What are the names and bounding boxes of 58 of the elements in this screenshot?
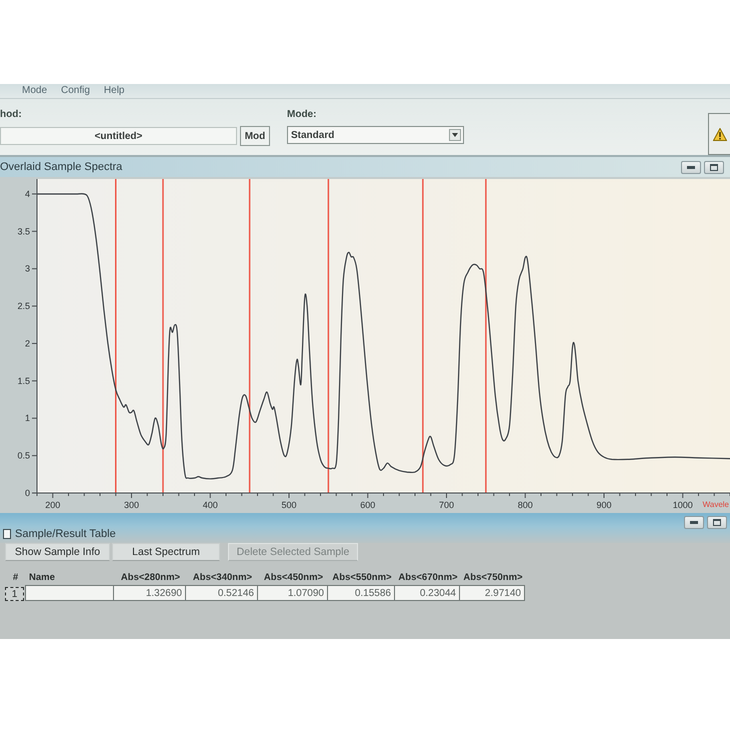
- axis-tick-label: 200: [45, 500, 60, 510]
- axis-tick-label: 2.5: [17, 301, 30, 312]
- axis-tick-label: 4: [24, 188, 30, 199]
- axis-tick-label: 1000: [672, 500, 693, 510]
- minimize-icon: [690, 521, 698, 524]
- maximize-button[interactable]: [704, 160, 724, 174]
- caret-icon: [452, 133, 458, 137]
- column-header: #: [12, 572, 20, 585]
- column-header: Abs<450nm>: [262, 572, 324, 585]
- table-action-button[interactable]: Show Sample Info: [5, 543, 110, 561]
- menu-item[interactable]: Mode: [22, 85, 48, 97]
- axis-tick-label: 3: [24, 264, 30, 274]
- minimize-icon: [687, 166, 695, 168]
- panel-title: Sample/Result Table: [15, 527, 116, 541]
- axis-tick-label: 3.5: [17, 226, 30, 236]
- maximize-button[interactable]: [707, 516, 727, 529]
- axis-tick-label: 300: [124, 500, 140, 510]
- table-cell: 1.32690: [113, 585, 186, 601]
- axis-tick-label: 600: [360, 500, 376, 510]
- axis-tick-label: 700: [438, 500, 454, 510]
- warning-icon: [712, 128, 726, 140]
- alert-button[interactable]: [708, 113, 730, 155]
- table-cell: 2.97140: [459, 585, 525, 601]
- axis-tick-label: 1: [24, 413, 30, 424]
- maximize-icon: [710, 164, 718, 170]
- column-header: Abs<340nm>: [192, 572, 254, 585]
- axis-tick-label: 1.5: [17, 376, 30, 386]
- maximize-icon: [713, 519, 721, 526]
- mode-dropdown[interactable]: Standard: [287, 126, 464, 144]
- menu-item[interactable]: Config: [61, 85, 90, 97]
- minimize-button[interactable]: [684, 516, 704, 529]
- window-icon: [3, 529, 11, 539]
- axis-title: Wavele: [702, 500, 729, 509]
- field-label: Mode:: [287, 109, 316, 121]
- table-cell: 0.15586: [327, 585, 395, 601]
- axis-tick-label: 800: [518, 500, 533, 510]
- axis-tick-label: 0.5: [17, 450, 30, 461]
- axis-tick-label: 900: [596, 500, 612, 510]
- modify-button[interactable]: Mod: [240, 126, 270, 146]
- method-field[interactable]: <untitled>: [0, 127, 237, 145]
- row-header[interactable]: 1: [5, 587, 24, 601]
- column-header: Abs<280nm>: [120, 572, 182, 585]
- column-header: Name: [28, 572, 56, 585]
- axis-tick-label: 2: [24, 338, 30, 348]
- table-action-button[interactable]: Last Spectrum: [112, 543, 220, 561]
- column-header: Abs<550nm>: [331, 572, 393, 585]
- field-label: hod:: [0, 109, 22, 121]
- axis-tick-label: 400: [202, 500, 218, 510]
- table-cell: 1.07090: [257, 585, 328, 601]
- axis-tick-label: 500: [281, 500, 297, 510]
- column-header: Abs<670nm>: [397, 572, 459, 585]
- panel-title: Overlaid Sample Spectra: [0, 160, 122, 174]
- minimize-button[interactable]: [681, 160, 701, 174]
- menu-item[interactable]: Help: [104, 85, 124, 97]
- table-cell: 0.52146: [185, 585, 258, 601]
- table-cell: 0.23044: [394, 585, 460, 601]
- column-header: Abs<750nm>: [462, 572, 524, 585]
- axis-tick-label: 0: [24, 488, 30, 498]
